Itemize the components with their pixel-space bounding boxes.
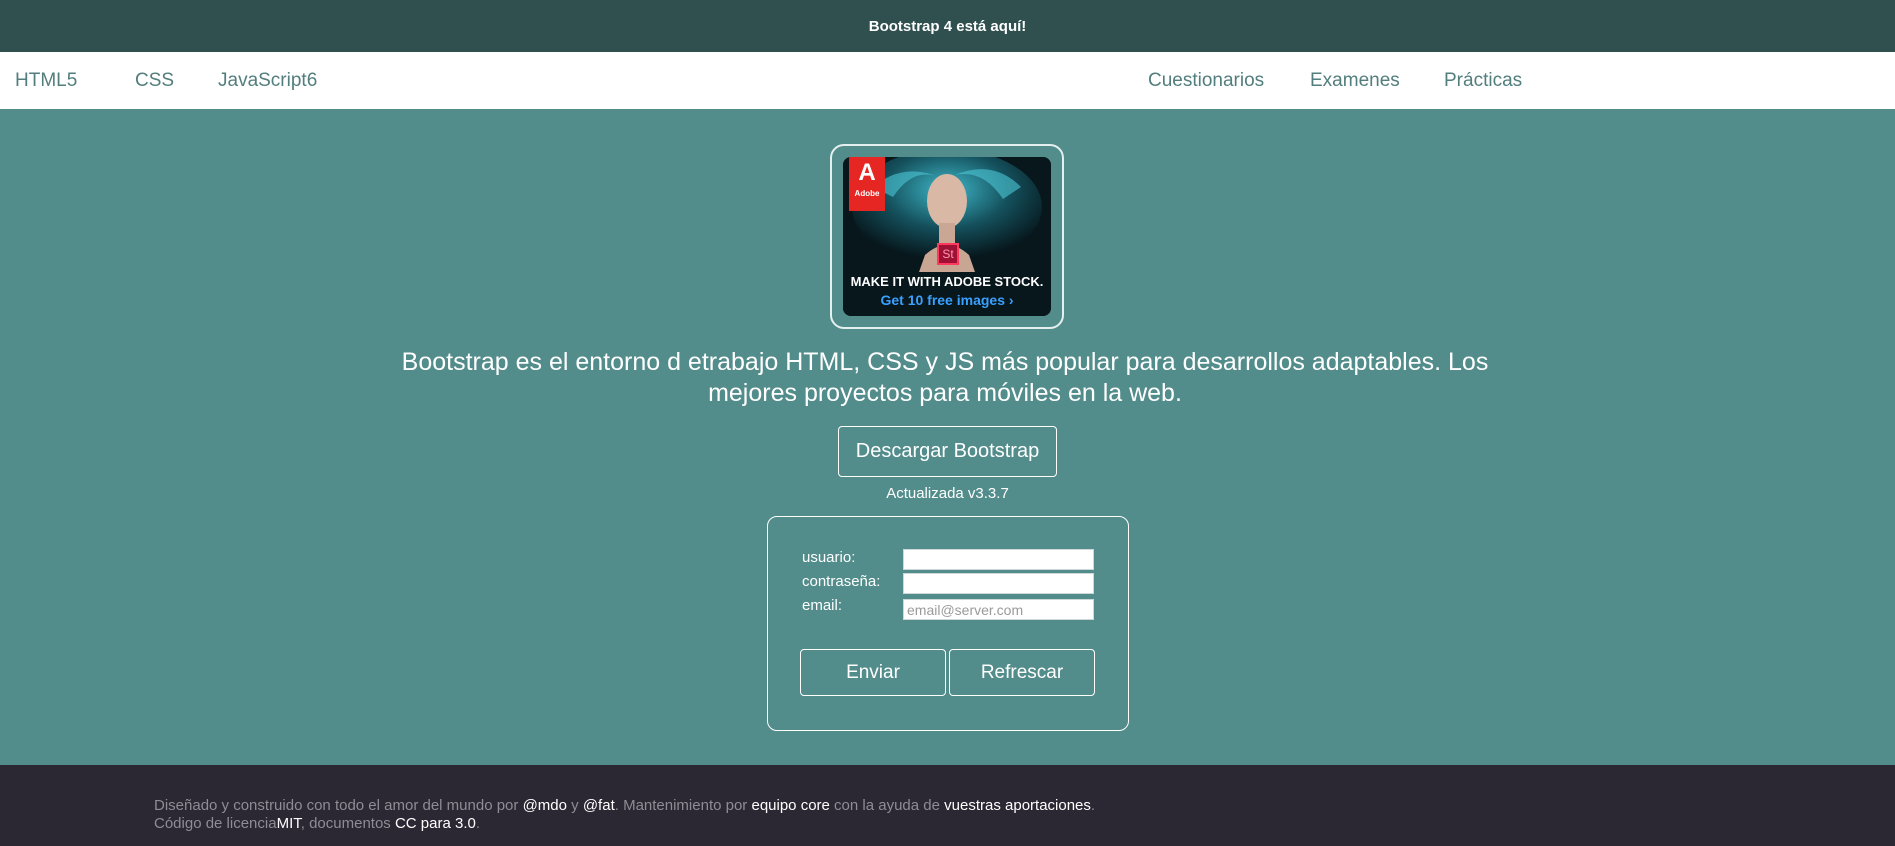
footer-text: , documentos [300, 815, 395, 832]
announcement-text: Bootstrap 4 está aquí! [868, 17, 1027, 35]
adobe-stock-badge: St [937, 243, 959, 265]
footer-link-cc[interactable]: CC para 3.0 [395, 815, 476, 832]
adobe-logo: A Adobe [849, 157, 885, 211]
footer-link-mdo[interactable]: @mdo [523, 797, 567, 814]
download-bootstrap-button[interactable]: Descargar Bootstrap [838, 426, 1057, 477]
footer-credits: Diseñado y construido con todo el amor d… [154, 797, 1095, 833]
login-form: usuario: contraseña: email: Enviar Refre… [767, 516, 1129, 731]
adobe-stock-ad[interactable]: A Adobe St MAKE IT WITH ADOBE STOCK. Get… [843, 157, 1051, 316]
footer-line-1: Diseñado y construido con todo el amor d… [154, 797, 1095, 815]
version-text: Actualizada v3.3.7 [886, 485, 1009, 502]
password-input[interactable] [903, 573, 1094, 594]
password-label: contraseña: [802, 573, 881, 590]
nav-link-practicas[interactable]: Prácticas [1444, 52, 1522, 109]
ad-frame: A Adobe St MAKE IT WITH ADOBE STOCK. Get… [830, 144, 1064, 329]
footer-text: Código de licencia [154, 815, 277, 832]
footer-link-fat[interactable]: @fat [583, 797, 615, 814]
reset-button[interactable]: Refrescar [949, 649, 1095, 696]
user-input[interactable] [903, 549, 1094, 570]
submit-button[interactable]: Enviar [800, 649, 946, 696]
ad-cta-link[interactable]: Get 10 free images › [843, 292, 1051, 308]
footer-text: y [566, 797, 583, 814]
hero-lead: Bootstrap es el entorno d etrabajo HTML,… [401, 348, 1489, 407]
footer-text: . Mantenimiento por [614, 797, 752, 814]
nav-link-cuestionarios[interactable]: Cuestionarios [1148, 52, 1264, 109]
email-input[interactable] [903, 599, 1094, 620]
nav-link-html5[interactable]: HTML5 [15, 52, 77, 109]
footer-link-core-team[interactable]: equipo core [751, 797, 829, 814]
footer-link-mit[interactable]: MIT [277, 815, 301, 832]
ad-headline: MAKE IT WITH ADOBE STOCK. [850, 274, 1044, 289]
footer-text: . [1090, 797, 1096, 814]
footer-text: con la ayuda de [829, 797, 945, 814]
footer-line-2: Código de licenciaMIT, documentos CC par… [154, 815, 1095, 833]
footer-text: . [475, 815, 481, 832]
email-label: email: [802, 597, 843, 614]
nav-link-examenes[interactable]: Examenes [1310, 52, 1400, 109]
footer-link-contributions[interactable]: vuestras aportaciones [944, 797, 1091, 814]
announcement-bar: Bootstrap 4 está aquí! [0, 0, 1895, 52]
user-label: usuario: [802, 549, 856, 566]
footer: Diseñado y construido con todo el amor d… [0, 765, 1895, 846]
nav-link-javascript6[interactable]: JavaScript6 [218, 52, 317, 109]
nav-link-css[interactable]: CSS [135, 52, 174, 109]
navbar: HTML5 CSS JavaScript6 Cuestionarios Exam… [0, 52, 1895, 109]
footer-text: Diseñado y construido con todo el amor d… [154, 797, 523, 814]
